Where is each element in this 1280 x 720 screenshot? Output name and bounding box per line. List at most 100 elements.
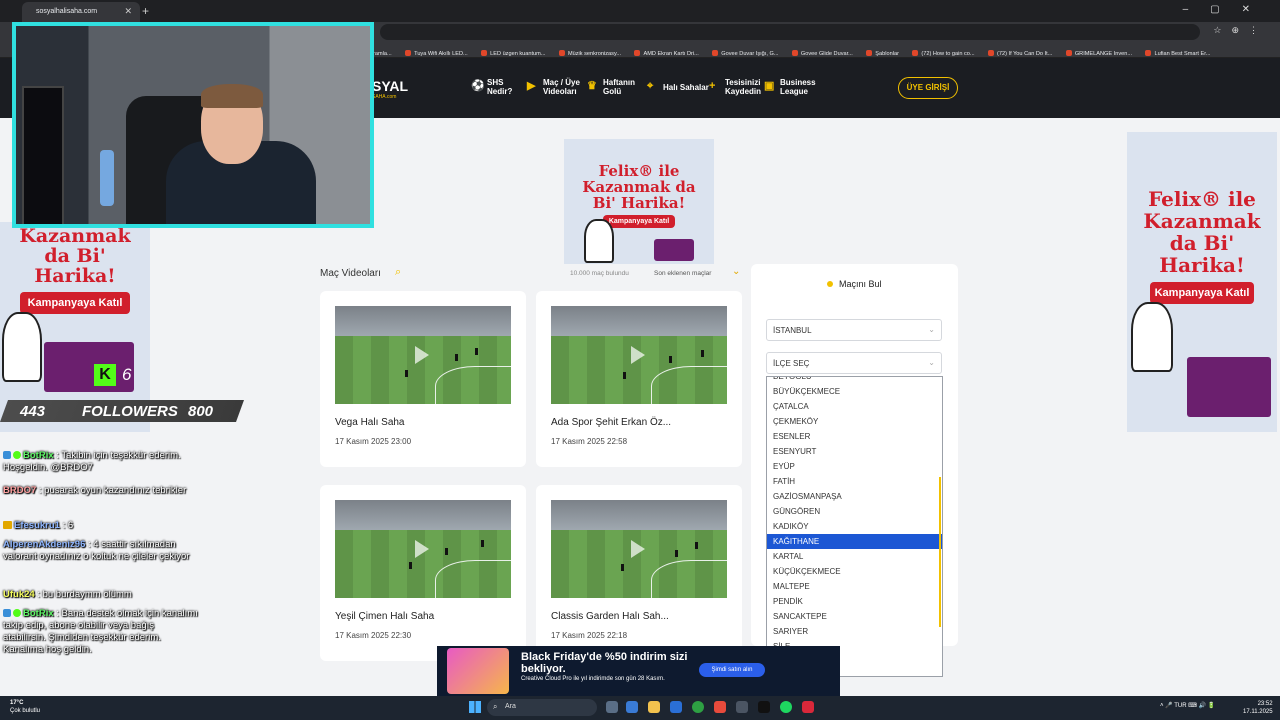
taskbar-search[interactable]: ⌕ Ara: [487, 699, 597, 716]
dropdown-option[interactable]: ÇATALCA: [767, 399, 942, 414]
bookmark[interactable]: Lufian Best Smart Er...: [1145, 46, 1210, 57]
video-title[interactable]: Yeşil Çimen Halı Saha: [335, 611, 434, 622]
site-logo[interactable]: SYAL SAHA.com: [372, 78, 408, 100]
ad-banner-bottom[interactable]: Black Friday'de %50 indirim sizi bekliyo…: [437, 646, 840, 696]
window-controls[interactable]: –▢✕: [1183, 4, 1272, 15]
dropdown-option[interactable]: GAZİOSMANPAŞA: [767, 489, 942, 504]
ad-banner-center[interactable]: Felix® ile Kazanmak da Bi' Harika! Kampa…: [564, 139, 714, 264]
nav-videos[interactable]: ▶ Maç / Üye Videoları: [527, 78, 580, 96]
sort-select[interactable]: Son eklenen maçlar: [654, 270, 711, 277]
dropdown-option[interactable]: ESENLER: [767, 429, 942, 444]
dropdown-option[interactable]: BÜYÜKÇEKMECE: [767, 384, 942, 399]
district-select[interactable]: İLÇE SEÇ ⌄: [766, 352, 942, 374]
ad-cta-button[interactable]: Kampanyaya Katıl: [603, 215, 675, 228]
ad-cta-button[interactable]: Kampanyaya Katıl: [20, 292, 130, 314]
mail-icon[interactable]: [670, 701, 682, 713]
bookmark[interactable]: Tuya Wifi Akıllı LED...: [405, 46, 468, 57]
video-card[interactable]: Vega Halı Saha 17 Kasım 2025 23:00: [320, 291, 526, 467]
dropdown-option[interactable]: SANCAKTEPE: [767, 609, 942, 624]
dropdown-option[interactable]: GÜNGÖREN: [767, 504, 942, 519]
search-icon[interactable]: ⌕: [395, 266, 401, 279]
dropdown-option[interactable]: PENDİK: [767, 594, 942, 609]
video-thumbnail[interactable]: [551, 500, 727, 598]
dropdown-option[interactable]: ÇEKMEKÖY: [767, 414, 942, 429]
search-icon: ⌕: [493, 702, 498, 711]
video-title[interactable]: Vega Halı Saha: [335, 417, 405, 428]
nav-goal-of-week[interactable]: ♛ Haftanın Golü: [587, 78, 635, 96]
bookmark[interactable]: (72) If You Can Do It...: [988, 46, 1052, 57]
ad-cta-button[interactable]: Kampanyaya Katıl: [1150, 282, 1254, 304]
bookmark[interactable]: (72) How to gain co...: [912, 46, 975, 57]
dropdown-option[interactable]: KÜÇÜKÇEKMECE: [767, 564, 942, 579]
district-dropdown[interactable]: BEYOĞLU BÜYÜKÇEKMECE ÇATALCA ÇEKMEKÖY ES…: [766, 376, 943, 677]
file-explorer-icon[interactable]: [648, 701, 660, 713]
bookmark[interactable]: Govee Duvar Işığı, G...: [712, 46, 778, 57]
bookmark[interactable]: Govee Glide Duvar...: [791, 46, 853, 57]
bookmark[interactable]: Müzik senkronizasy...: [558, 46, 621, 57]
task-view-icon[interactable]: [606, 701, 618, 713]
dropdown-option[interactable]: BEYOĞLU: [767, 377, 942, 384]
trophy-icon: ♛: [587, 80, 597, 92]
nav-business-league[interactable]: ▣ Business League: [764, 78, 816, 96]
bookmark[interactable]: ramla...: [373, 46, 392, 57]
chrome-icon[interactable]: [692, 701, 704, 713]
settings-icon[interactable]: [736, 701, 748, 713]
dropdown-option[interactable]: KARTAL: [767, 549, 942, 564]
weather-widget[interactable]: 17°C Çok bulutlu: [10, 699, 40, 715]
ad-banner-right[interactable]: Felix® ile Kazanmak da Bi' Harika! Kampa…: [1127, 132, 1277, 432]
video-thumbnail[interactable]: [551, 306, 727, 404]
status-dot: [827, 281, 833, 287]
dropdown-option[interactable]: EYÜP: [767, 459, 942, 474]
dropdown-option[interactable]: ESENYURT: [767, 444, 942, 459]
app-icon[interactable]: [714, 701, 726, 713]
app-icon[interactable]: [802, 701, 814, 713]
dropdown-option[interactable]: KADIKÖY: [767, 519, 942, 534]
toolbar-icons[interactable]: ☆⊕⋮: [1213, 25, 1268, 36]
bookmark[interactable]: Şablonlar: [866, 46, 899, 57]
app-icon[interactable]: [758, 701, 770, 713]
play-icon[interactable]: [415, 540, 429, 558]
dropdown-option[interactable]: MALTEPE: [767, 579, 942, 594]
ball-icon: ⚽: [471, 80, 485, 92]
play-icon[interactable]: [631, 346, 645, 364]
clock[interactable]: 23:52 17.11.2025: [1243, 700, 1273, 716]
browser-tab[interactable]: sosyalhalisaha.com ✕: [22, 2, 140, 22]
video-card[interactable]: Yeşil Çimen Halı Saha 17 Kasım 2025 22:3…: [320, 485, 526, 661]
ad-subtitle: Creative Cloud Pro ile yıl indirimde son…: [521, 676, 665, 682]
video-card[interactable]: Ada Spor Şehit Erkan Öz... 17 Kasım 2025…: [536, 291, 742, 467]
chat-message: BRDO7 : pusarak oyun kazandınız tebrikle…: [3, 485, 187, 496]
city-select[interactable]: İSTANBUL ⌄: [766, 319, 942, 341]
close-icon[interactable]: ✕: [124, 6, 132, 17]
dropdown-option[interactable]: SARIYER: [767, 624, 942, 639]
nav-shs-nedir[interactable]: ⚽ SHS Nedir?: [471, 78, 512, 96]
plus-icon: +: [709, 80, 716, 92]
login-button[interactable]: ÜYE GİRİŞİ: [898, 77, 958, 99]
bookmark[interactable]: AMD Ekran Kartı Dri...: [634, 46, 699, 57]
bookmark-icon: [988, 50, 995, 56]
system-tray[interactable]: ˄ 🎤 TUR ⌨ 🔊 🔋: [1160, 702, 1215, 709]
bookmark-icon: [712, 50, 719, 56]
video-title[interactable]: Ada Spor Şehit Erkan Öz...: [551, 417, 671, 428]
edge-icon[interactable]: [626, 701, 638, 713]
bookmark[interactable]: LED üzgen kuantum...: [481, 46, 546, 57]
address-bar[interactable]: [380, 24, 1200, 40]
video-thumbnail[interactable]: [335, 306, 511, 404]
video-card[interactable]: Classis Garden Halı Sah... 17 Kasım 2025…: [536, 485, 742, 661]
chevron-down-icon[interactable]: ⌄: [732, 266, 740, 277]
verified-badge-icon: [13, 609, 21, 617]
cat-illustration: [2, 312, 42, 382]
nav-register-venue[interactable]: + Tesisinizi Kaydedin: [709, 78, 761, 96]
play-icon[interactable]: [631, 540, 645, 558]
spotify-icon[interactable]: [780, 701, 792, 713]
windows-start-icon[interactable]: [469, 701, 481, 713]
dropdown-scrollbar[interactable]: [939, 477, 941, 627]
dropdown-option[interactable]: FATİH: [767, 474, 942, 489]
video-thumbnail[interactable]: [335, 500, 511, 598]
bookmark[interactable]: GRIMELANGE Inven...: [1065, 46, 1132, 57]
ad-cta-button[interactable]: Şimdi satın alın: [699, 663, 765, 677]
nav-pitches[interactable]: ⌖ Halı Sahalar: [647, 81, 709, 93]
video-title[interactable]: Classis Garden Halı Sah...: [551, 611, 669, 622]
new-tab-icon[interactable]: +: [142, 4, 149, 18]
play-icon[interactable]: [415, 346, 429, 364]
dropdown-option-selected[interactable]: KAĞITHANE: [767, 534, 942, 549]
